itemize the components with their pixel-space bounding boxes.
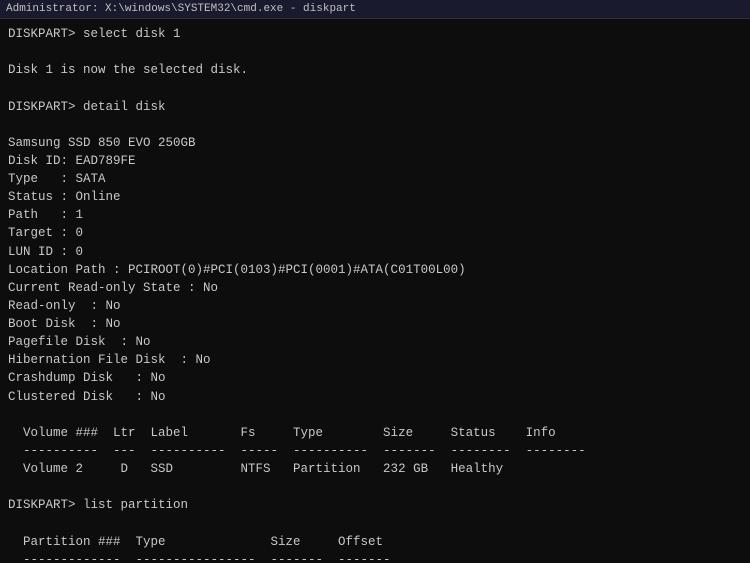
title-bar-label: Administrator: X:\windows\SYSTEM32\cmd.e… [6, 3, 356, 15]
title-bar: Administrator: X:\windows\SYSTEM32\cmd.e… [0, 0, 750, 19]
terminal-body[interactable]: DISKPART> select disk 1 Disk 1 is now th… [0, 19, 750, 563]
cmd-window: Administrator: X:\windows\SYSTEM32\cmd.e… [0, 0, 750, 563]
